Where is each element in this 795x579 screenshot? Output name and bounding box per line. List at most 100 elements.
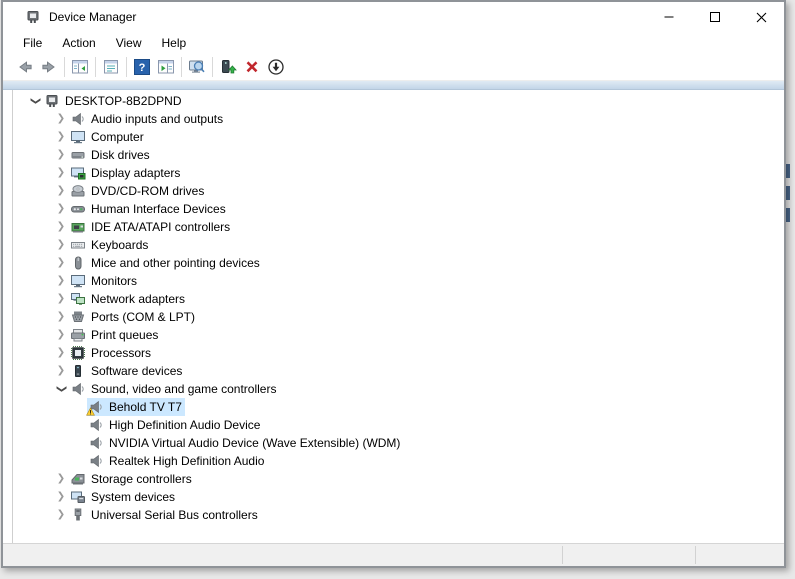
status-bar (3, 543, 784, 566)
chevron-collapsed-icon[interactable]: ❯ (53, 183, 69, 199)
tree-item-computer[interactable]: ❯ Computer (13, 128, 781, 146)
network-adapter-icon (70, 291, 88, 307)
help-button[interactable]: ? (130, 56, 154, 78)
update-driver-button[interactable] (216, 56, 240, 78)
properties-button[interactable] (99, 56, 123, 78)
processor-icon (70, 345, 88, 361)
disable-device-button[interactable] (264, 56, 288, 78)
chevron-collapsed-icon[interactable]: ❯ (53, 345, 69, 361)
chevron-expanded-icon[interactable]: ❯ (53, 381, 69, 397)
svg-text:?: ? (139, 62, 146, 74)
speaker-icon (70, 381, 88, 397)
tree-item-audio-inputs-and-outputs[interactable]: ❯ Audio inputs and outputs (13, 110, 781, 128)
display-adapter-icon (70, 165, 88, 181)
chevron-collapsed-icon[interactable]: ❯ (53, 111, 69, 127)
toolbar-content-divider (3, 81, 784, 90)
tree-item-human-interface-devices[interactable]: ❯ Human Interface Devices (13, 200, 781, 218)
usb-icon (70, 507, 88, 523)
device-manager-icon (25, 9, 41, 25)
window-title: Device Manager (49, 10, 136, 24)
tree-item-processors[interactable]: ❯ Processors (13, 344, 781, 362)
toolbar: ? (3, 54, 784, 81)
disk-drive-icon (70, 147, 88, 163)
chevron-collapsed-icon[interactable]: ❯ (53, 219, 69, 235)
chevron-collapsed-icon[interactable]: ❯ (53, 291, 69, 307)
background-window-artifact (786, 164, 790, 230)
chevron-collapsed-icon[interactable]: ❯ (53, 237, 69, 253)
tree-item-storage-controllers[interactable]: ❯ Storage controllers (13, 470, 781, 488)
chevron-expanded-icon[interactable]: ❯ (27, 93, 43, 109)
warning-icon (86, 407, 95, 416)
menu-action[interactable]: Action (52, 33, 105, 53)
tree-item-mice-and-other-pointing-devices[interactable]: ❯ Mice and other pointing devices (13, 254, 781, 272)
speaker-icon (88, 453, 106, 469)
maximize-button[interactable] (692, 2, 738, 32)
tree-item-print-queues[interactable]: ❯ Print queues (13, 326, 781, 344)
uninstall-device-button[interactable] (240, 56, 264, 78)
monitor-icon (70, 129, 88, 145)
desktop-background: Device Manager File Action View Help (0, 0, 795, 579)
menu-help[interactable]: Help (152, 33, 197, 53)
toolbar-separator (95, 57, 96, 77)
tree-item-display-adapters[interactable]: ❯ Display adapters (13, 164, 781, 182)
keyboard-icon (70, 237, 88, 253)
monitor-icon (70, 273, 88, 289)
hid-icon (70, 201, 88, 217)
tree-item-universal-serial-bus-controllers[interactable]: ❯ Universal Serial Bus controllers (13, 506, 781, 524)
chevron-collapsed-icon[interactable]: ❯ (53, 273, 69, 289)
chevron-collapsed-icon[interactable]: ❯ (53, 255, 69, 271)
chevron-collapsed-icon[interactable]: ❯ (53, 327, 69, 343)
title-bar: Device Manager (3, 2, 784, 32)
speaker-icon (88, 417, 106, 433)
chevron-collapsed-icon[interactable]: ❯ (53, 147, 69, 163)
chevron-collapsed-icon[interactable]: ❯ (53, 363, 69, 379)
minimize-button[interactable] (646, 2, 692, 32)
mouse-icon (70, 255, 88, 271)
tree-item-behold-tv-t7[interactable]: ❯ Behold TV T7 (13, 398, 781, 416)
tree-item-dvd-cd-rom-drives[interactable]: ❯ DVD/CD-ROM drives (13, 182, 781, 200)
tree-item-monitors[interactable]: ❯ Monitors (13, 272, 781, 290)
menu-view[interactable]: View (106, 33, 152, 53)
tree-item-ide-ata-atapi-controllers[interactable]: ❯ IDE ATA/ATAPI controllers (13, 218, 781, 236)
tree-item-high-definition-audio-device[interactable]: ❯ High Definition Audio Device (13, 416, 781, 434)
device-tree: ❯ DESKTOP-8B2DPND ❯ Audio inputs and out… (12, 90, 781, 543)
tree-item-network-adapters[interactable]: ❯ Network adapters (13, 290, 781, 308)
status-bar-divider (695, 546, 696, 564)
chevron-collapsed-icon[interactable]: ❯ (53, 471, 69, 487)
show-hide-console-tree-button[interactable] (68, 56, 92, 78)
computer-device-icon (44, 93, 62, 109)
chevron-collapsed-icon[interactable]: ❯ (53, 489, 69, 505)
tree-item-sound-video-and-game-controllers[interactable]: ❯ Sound, video and game controllers (13, 380, 781, 398)
tree-item-realtek-high-definition-audio[interactable]: ❯ Realtek High Definition Audio (13, 452, 781, 470)
toolbar-separator (126, 57, 127, 77)
close-button[interactable] (738, 2, 784, 32)
toolbar-separator (212, 57, 213, 77)
speaker-icon (88, 435, 106, 451)
chevron-collapsed-icon[interactable]: ❯ (53, 165, 69, 181)
back-button[interactable] (13, 56, 37, 78)
toolbar-separator (181, 57, 182, 77)
forward-button[interactable] (37, 56, 61, 78)
speaker-warning-icon (88, 399, 106, 415)
tree-item-keyboards[interactable]: ❯ Keyboards (13, 236, 781, 254)
tree-item-ports-com-lpt[interactable]: ❯ Ports (COM & LPT) (13, 308, 781, 326)
chevron-collapsed-icon[interactable]: ❯ (53, 201, 69, 217)
chevron-collapsed-icon[interactable]: ❯ (53, 309, 69, 325)
printer-icon (70, 327, 88, 343)
system-device-icon (70, 489, 88, 505)
tree-item-disk-drives[interactable]: ❯ Disk drives (13, 146, 781, 164)
tree-item-software-devices[interactable]: ❯ Software devices (13, 362, 781, 380)
tree-item-system-devices[interactable]: ❯ System devices (13, 488, 781, 506)
menu-file[interactable]: File (13, 33, 52, 53)
toolbar-separator (64, 57, 65, 77)
chevron-collapsed-icon[interactable]: ❯ (53, 507, 69, 523)
dvd-drive-icon (70, 183, 88, 199)
tree-item-nvidia-virtual-audio-device[interactable]: ❯ NVIDIA Virtual Audio Device (Wave Exte… (13, 434, 781, 452)
speaker-icon (70, 111, 88, 127)
software-device-icon (70, 363, 88, 379)
scan-for-hardware-changes-button[interactable] (185, 56, 209, 78)
show-hide-action-pane-button[interactable] (154, 56, 178, 78)
tree-item-desktop-8b2dpnd[interactable]: ❯ DESKTOP-8B2DPND (13, 92, 781, 110)
chevron-collapsed-icon[interactable]: ❯ (53, 129, 69, 145)
status-bar-divider (562, 546, 563, 564)
